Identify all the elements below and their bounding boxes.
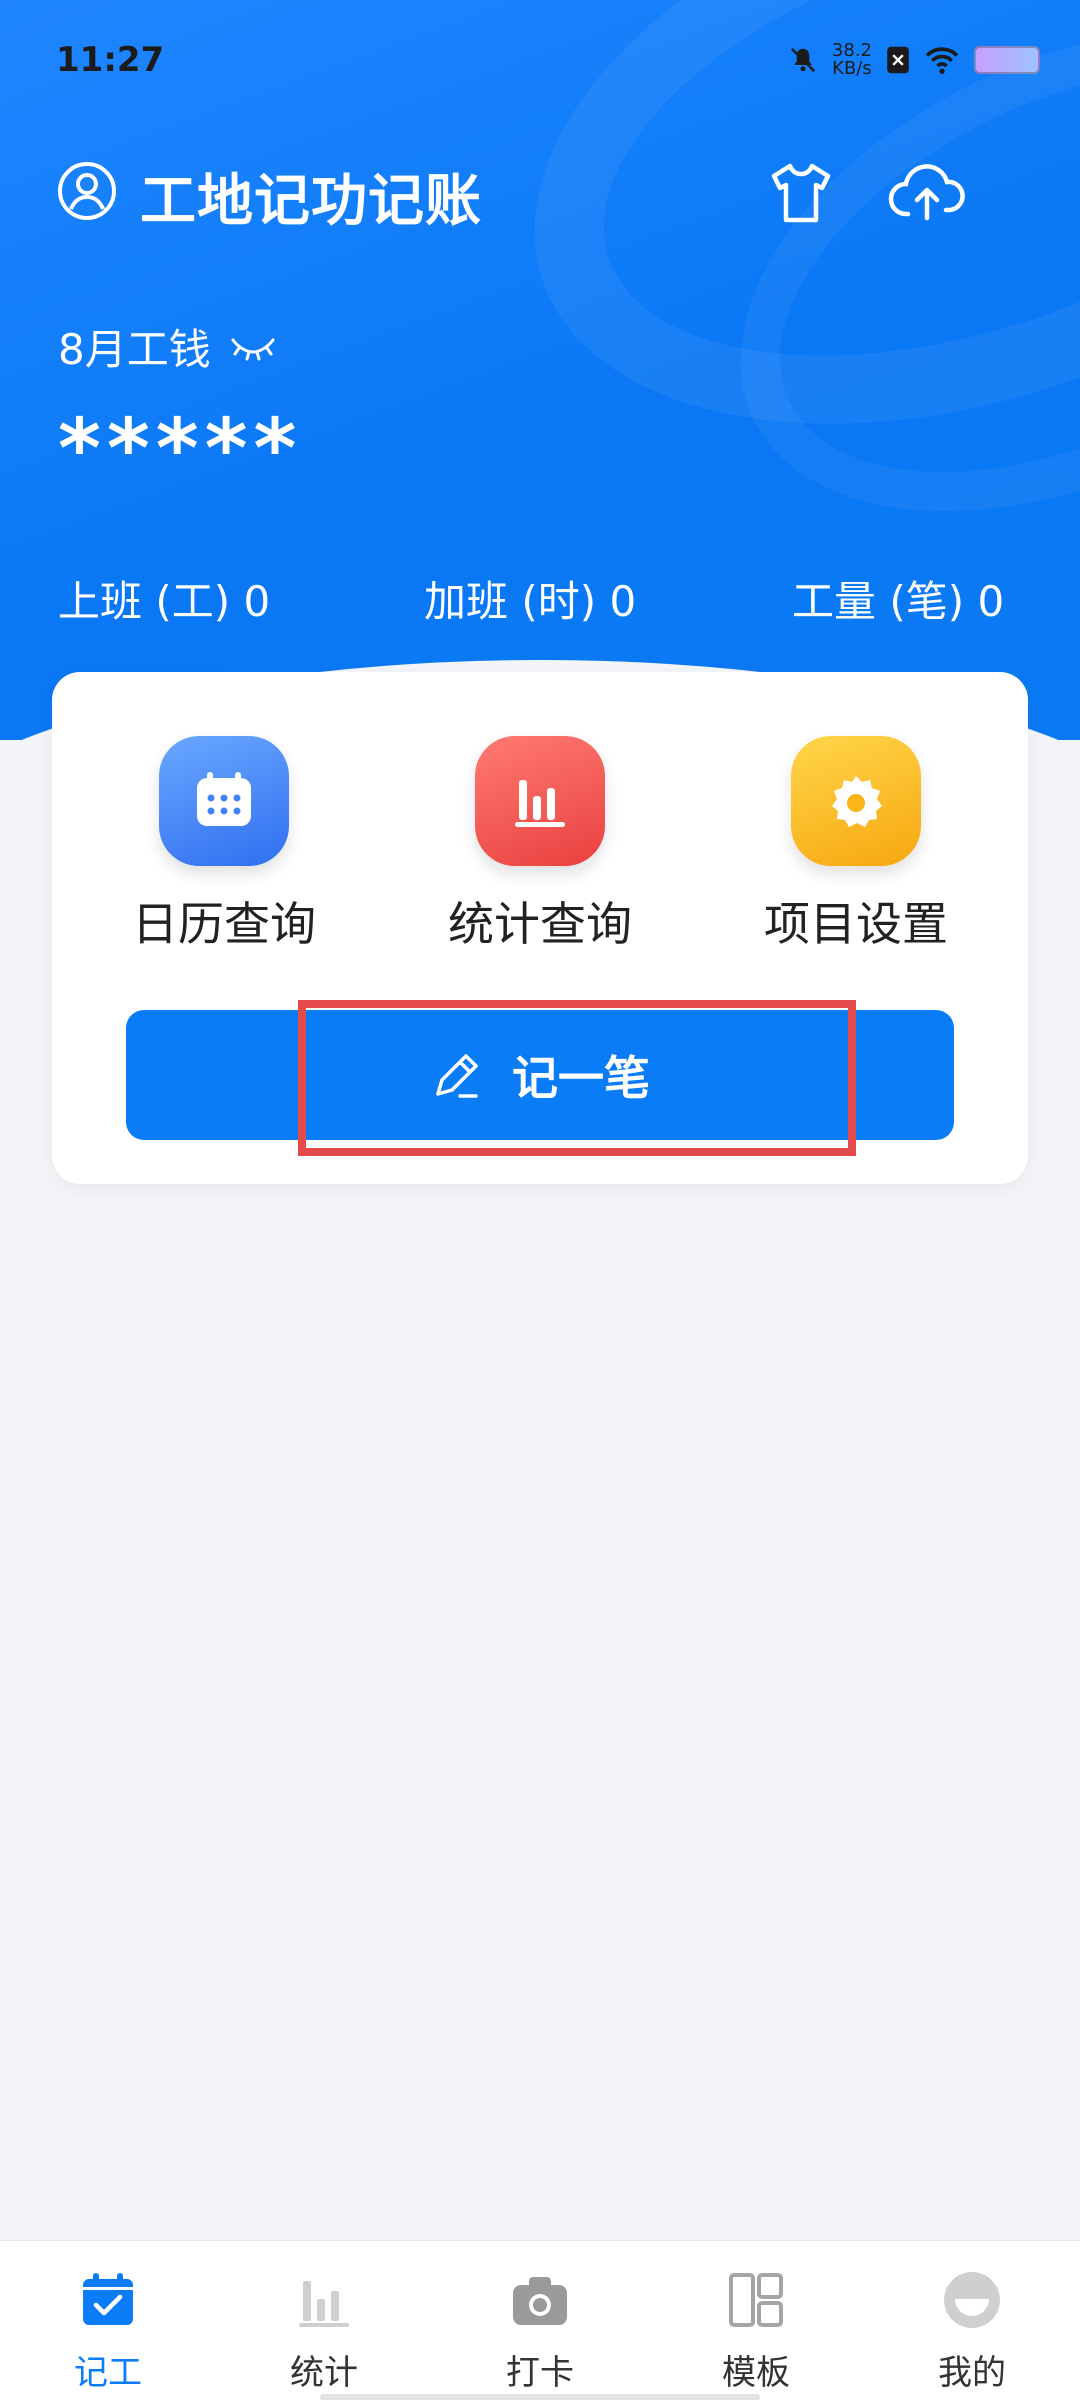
stats-query-button[interactable]: 统计查询 [430,736,650,954]
template-layout-icon [729,2273,783,2327]
stat-overtime-hours: 加班 (时) 0 [424,577,637,626]
shirt-icon[interactable] [766,158,836,228]
user-avatar-icon[interactable] [56,160,118,222]
tab-checkin-label: 打卡 [506,2353,574,2393]
speed-unit: KB/s [832,58,872,79]
eye-closed-icon[interactable] [229,332,277,362]
battery-icon [974,46,1040,74]
calendar-check-icon [83,2273,133,2325]
status-time: 11:27 [56,40,165,80]
app-title: 工地记功记账 [140,169,482,234]
tab-mine[interactable]: 我的 [892,2269,1052,2394]
record-entry-button[interactable]: 记一笔 [126,1010,954,1140]
calendar-icon [159,736,289,866]
profile-face-icon [944,2272,1000,2328]
tab-checkin[interactable]: 打卡 [460,2269,620,2394]
project-settings-label: 项目设置 [764,897,948,951]
stat-work-count: 工量 (笔) 0 [792,577,1005,626]
mute-bell-icon [790,47,816,73]
home-indicator[interactable] [320,2394,760,2400]
wage-value: ***** [58,402,303,497]
status-bar: 11:27 38.2 KB/s [0,0,1080,120]
gear-icon [791,736,921,866]
status-icons: 38.2 KB/s [788,40,1040,80]
tab-mine-label: 我的 [938,2353,1006,2393]
tab-record-label: 记工 [74,2353,142,2393]
top-bar: 工地记功记账 [0,150,1080,240]
bar-chart-icon [475,736,605,866]
tab-stats[interactable]: 统计 [244,2269,404,2394]
stats-query-label: 统计查询 [448,897,632,951]
camera-icon [513,2277,567,2325]
project-settings-button[interactable]: 项目设置 [746,736,966,954]
bar-chart-icon [299,2281,349,2327]
calendar-query-label: 日历查询 [132,897,316,951]
pencil-icon [436,1054,478,1098]
sim-icon [887,46,909,74]
wage-label-row: 8月工钱 [58,316,277,377]
summary-stats: 上班 (工) 0 加班 (时) 0 工量 (笔) 0 [0,568,1080,638]
tab-stats-label: 统计 [290,2353,358,2393]
calendar-query-button[interactable]: 日历查询 [114,736,334,954]
network-speed: 38.2 KB/s [832,42,872,78]
tab-record[interactable]: 记工 [28,2269,188,2394]
wage-label: 8月工钱 [58,325,211,374]
action-card: 日历查询 统计查询 项目设置 记一笔 [52,672,1028,1184]
record-entry-label: 记一笔 [512,1051,650,1105]
wifi-icon [925,47,959,74]
tab-template[interactable]: 模板 [676,2269,836,2394]
bottom-tab-bar: 记工 统计 打卡 模板 我的 [0,2240,1080,2408]
cloud-upload-icon[interactable] [888,158,966,228]
tab-template-label: 模板 [722,2353,790,2393]
stat-work-days: 上班 (工) 0 [58,577,271,626]
